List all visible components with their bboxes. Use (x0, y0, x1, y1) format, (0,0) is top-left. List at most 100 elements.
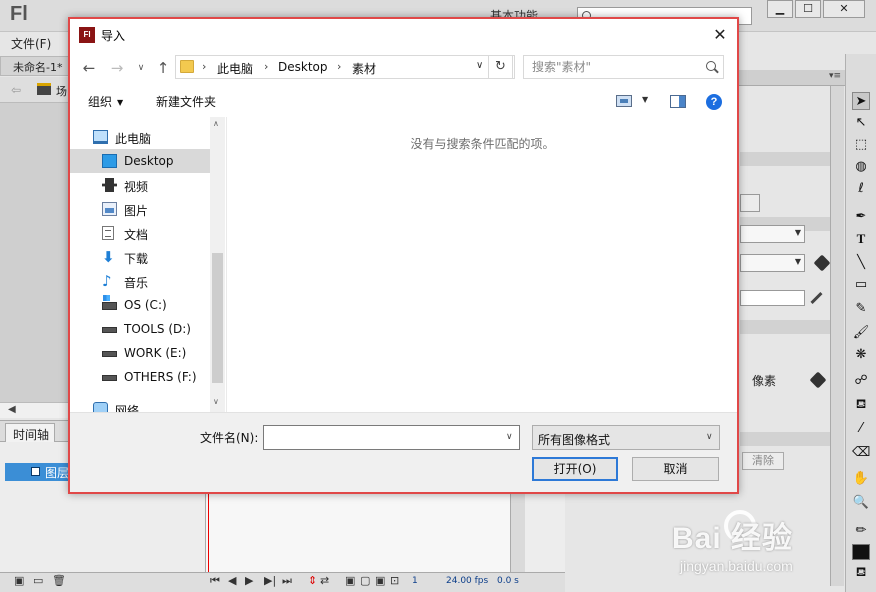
last-frame-icon[interactable]: ⏭ (282, 574, 292, 588)
breadcrumb-this-pc[interactable]: 此电脑 (217, 60, 253, 77)
breadcrumb-sucai[interactable]: 素材 (352, 60, 376, 77)
rectangle-tool-icon[interactable]: ▭ (852, 276, 870, 294)
back-button[interactable]: ← (80, 59, 98, 77)
onion-skin-icon[interactable]: ▣ (345, 574, 355, 587)
properties-text-field[interactable] (740, 290, 805, 306)
text-tool-icon[interactable]: T (852, 230, 870, 248)
sidebar-item-os-c[interactable]: OS (C:) (70, 293, 210, 317)
search-icon[interactable] (706, 61, 716, 71)
filename-combobox[interactable]: ∨ (263, 425, 520, 450)
sidebar-item-pictures[interactable]: 图片 (70, 197, 210, 221)
sidebar-item-documents[interactable]: 文档 (70, 221, 210, 245)
search-input[interactable] (524, 56, 694, 78)
step-back-icon[interactable]: ◀ (228, 574, 236, 587)
bone-tool-icon[interactable]: ☍ (852, 372, 870, 390)
scroll-down-icon[interactable]: ∨ (213, 397, 219, 406)
recent-locations-button[interactable]: ∨ (132, 59, 150, 77)
deco-tool-icon[interactable]: ❋ (852, 346, 870, 364)
onion-outline-icon[interactable]: ▢ (360, 574, 370, 587)
stage-area[interactable] (0, 103, 70, 403)
menu-file[interactable]: 文件(F) (11, 35, 51, 52)
center-frame-icon[interactable]: ⇕ (308, 574, 317, 587)
timeline-frames[interactable] (205, 492, 510, 572)
chevron-down-icon[interactable]: ∨ (506, 432, 513, 442)
stage-horizontal-scrollbar[interactable]: ◀ (0, 402, 70, 418)
sidebar-item-others-f[interactable]: OTHERS (F:) (70, 365, 210, 389)
refresh-button[interactable]: ↻ (488, 55, 513, 79)
frame-rate[interactable]: 24.00 fps (446, 576, 488, 586)
dialog-title-bar[interactable]: Fl 导入 ✕ (70, 19, 737, 51)
help-icon[interactable]: ? (706, 94, 722, 110)
sidebar-item-work-e[interactable]: WORK (E:) (70, 341, 210, 365)
properties-dropdown[interactable]: ▼ (740, 254, 805, 272)
play-icon[interactable]: ▶ (245, 574, 253, 587)
line-tool-icon[interactable]: ╲ (852, 254, 870, 272)
scroll-up-icon[interactable]: ∧ (213, 119, 219, 128)
chevron-right-icon[interactable]: › (337, 60, 341, 73)
sidebar-item-downloads[interactable]: ⬇ 下载 (70, 245, 210, 269)
subselection-tool-icon[interactable]: ↖ (852, 114, 870, 132)
file-type-select[interactable]: 所有图像格式 ∨ (532, 425, 720, 450)
properties-dropdown[interactable]: ▼ (740, 225, 805, 243)
sidebar-item-desktop[interactable]: Desktop (70, 149, 210, 173)
loop-icon[interactable]: ⇄ (320, 574, 329, 587)
document-tab[interactable]: 未命名-1* (0, 56, 70, 76)
selection-tool-icon[interactable]: ➤ (852, 92, 870, 110)
navigation-pane-scrollbar[interactable]: ∧ ∨ (210, 117, 225, 412)
hand-tool-icon[interactable]: ✋ (852, 470, 870, 488)
organize-label: 组织 (88, 95, 113, 109)
tab-timeline[interactable]: 时间轴 (5, 423, 55, 442)
scene-label[interactable]: 场 (56, 83, 67, 99)
modify-markers-icon[interactable]: ⊡ (390, 574, 399, 587)
minimize-button[interactable]: ▁ (767, 0, 793, 18)
organize-button[interactable]: 组织 ▼ (88, 93, 123, 110)
edit-multiple-icon[interactable]: ▣ (375, 574, 385, 587)
dialog-close-button[interactable]: ✕ (710, 25, 730, 45)
new-layer-icon[interactable]: ▣ (14, 574, 24, 587)
panel-menu-icon[interactable]: ▾≡ (829, 71, 841, 81)
trash-icon[interactable]: 🗑 (52, 574, 66, 587)
eyedropper-tool-icon[interactable]: ⁄ (852, 420, 870, 438)
layer-row[interactable]: 图层 (5, 463, 70, 481)
step-forward-icon[interactable]: ▶| (264, 574, 276, 587)
first-frame-icon[interactable]: ⏮ (210, 574, 220, 588)
change-view-button[interactable]: ▼ (616, 95, 654, 109)
search-box[interactable] (523, 55, 724, 79)
paint-bucket-tool-icon[interactable]: ⛾ (852, 396, 870, 414)
sidebar-item-network[interactable]: 网络 (70, 397, 210, 412)
preview-pane-icon[interactable] (670, 95, 686, 108)
app-close-button[interactable]: ✕ (823, 0, 865, 18)
brush-tool-icon[interactable]: 🖌 (852, 324, 870, 342)
lasso-tool-icon[interactable]: ℓ (852, 180, 870, 198)
sidebar-item-music[interactable]: ♪ 音乐 (70, 269, 210, 293)
playhead[interactable] (208, 492, 209, 572)
chevron-right-icon[interactable]: › (264, 60, 268, 73)
forward-button[interactable]: → (108, 59, 126, 77)
sidebar-item-tools-d[interactable]: TOOLS (D:) (70, 317, 210, 341)
new-folder-icon[interactable]: ▭ (33, 574, 43, 587)
sidebar-item-videos[interactable]: 视频 (70, 173, 210, 197)
scroll-left-icon[interactable]: ◀ (8, 404, 16, 415)
3d-rotation-tool-icon[interactable]: ◍ (852, 158, 870, 176)
cancel-button[interactable]: 取消 (632, 457, 719, 481)
properties-field[interactable] (740, 194, 760, 212)
eraser-tool-icon[interactable]: ⌫ (852, 444, 870, 462)
sidebar-item-this-pc[interactable]: 此电脑 (70, 125, 210, 149)
timeline-vertical-scrollbar[interactable] (510, 492, 525, 572)
new-folder-button[interactable]: 新建文件夹 (156, 93, 216, 110)
pen-tool-icon[interactable]: ✒ (852, 208, 870, 226)
open-button[interactable]: 打开(O) (532, 457, 618, 481)
maximize-button[interactable]: ☐ (795, 0, 821, 18)
chevron-down-icon[interactable]: ∨ (476, 60, 483, 71)
breadcrumb-desktop[interactable]: Desktop (278, 60, 328, 74)
clear-button[interactable]: 清除 (742, 452, 784, 470)
address-bar[interactable]: › 此电脑 › Desktop › 素材 ∨ (175, 55, 515, 79)
up-button[interactable]: ↑ (154, 59, 172, 77)
filename-input[interactable] (264, 426, 499, 449)
back-arrow-icon[interactable]: ⇦ (11, 83, 21, 97)
file-list[interactable]: 没有与搜索条件匹配的项。 (226, 117, 737, 412)
chevron-right-icon[interactable]: › (202, 60, 206, 73)
pencil-tool-icon[interactable]: ✎ (852, 300, 870, 318)
free-transform-tool-icon[interactable]: ⬚ (852, 136, 870, 154)
scrollbar-thumb[interactable] (212, 253, 223, 383)
